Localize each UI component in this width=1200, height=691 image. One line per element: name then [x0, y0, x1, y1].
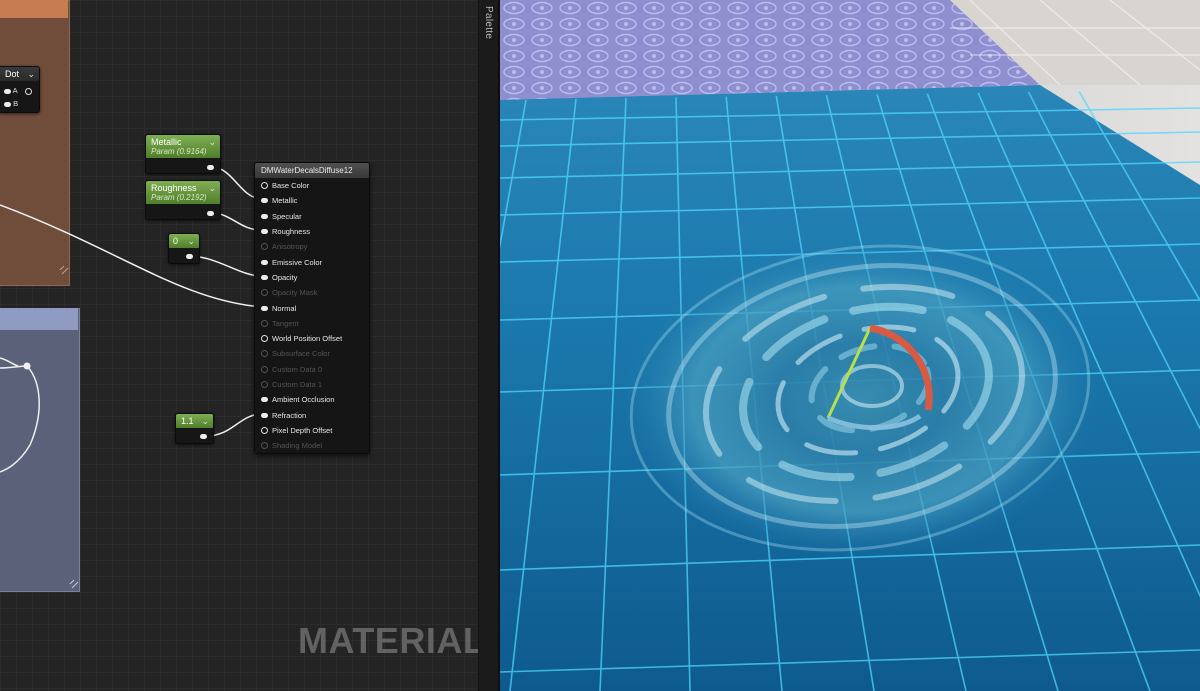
input-pin-icon[interactable]: [261, 365, 268, 373]
input-pin-icon[interactable]: [261, 397, 268, 403]
input-pin-icon[interactable]: [261, 335, 268, 343]
material-input-label: Base Color: [272, 181, 310, 191]
material-input-row[interactable]: Shading Model: [255, 438, 369, 453]
roughness-param-node[interactable]: Roughness Param (0.2192) ⌄: [145, 180, 221, 220]
material-input-row[interactable]: Refraction: [255, 407, 369, 422]
material-input-label: Metallic: [272, 196, 298, 206]
material-input-row[interactable]: Custom Data 1: [255, 377, 369, 392]
palette-tab[interactable]: Palette: [483, 6, 494, 39]
material-input-row[interactable]: Normal: [255, 300, 369, 315]
dot-pin-b-label: B: [13, 99, 19, 108]
chevron-down-icon[interactable]: ⌄: [201, 416, 209, 427]
pin-icon[interactable]: [4, 101, 11, 107]
palette-tab-strip[interactable]: [478, 0, 499, 691]
material-input-label: Pixel Depth Offset: [272, 425, 333, 435]
node-wires: [0, 165, 263, 589]
material-input-label: Opacity Mask: [272, 288, 318, 298]
material-input-row[interactable]: Anisotropy: [255, 239, 369, 254]
input-pin-icon[interactable]: [261, 412, 268, 418]
refraction-constant-node[interactable]: 1.1 ⌄: [175, 413, 214, 444]
opacity-constant-node[interactable]: 0 ⌄: [168, 233, 200, 264]
input-pin-icon[interactable]: [261, 182, 268, 190]
material-input-row[interactable]: Opacity Mask: [255, 285, 369, 300]
preview-viewport[interactable]: [500, 0, 1200, 691]
metallic-param-node[interactable]: Metallic Param (0.9164) ⌄: [145, 134, 221, 174]
material-input-label: Tangent: [272, 318, 299, 328]
metallic-param-subtitle: Param (0.9164): [151, 147, 207, 156]
chevron-down-icon[interactable]: ⌄: [187, 236, 195, 247]
input-pin-icon[interactable]: [261, 350, 268, 358]
material-input-row[interactable]: Ambient Occlusion: [255, 392, 369, 407]
material-input-label: Custom Data 0: [272, 364, 323, 374]
material-input-row[interactable]: Opacity: [255, 270, 369, 285]
material-input-label: Roughness: [272, 227, 310, 237]
material-input-label: Emissive Color: [272, 257, 323, 267]
metallic-param-title: Metallic: [151, 137, 182, 147]
roughness-param-subtitle: Param (0.2192): [151, 193, 207, 202]
material-input-row[interactable]: Custom Data 0: [255, 362, 369, 377]
material-result-node[interactable]: DMWaterDecalsDiffuse12 Base Color Metalli…: [254, 162, 370, 454]
material-input-label: Normal: [272, 303, 297, 313]
material-input-label: Shading Model: [272, 441, 323, 451]
pin-icon[interactable]: [4, 88, 11, 94]
input-pin-icon[interactable]: [261, 198, 268, 204]
material-input-row[interactable]: Roughness: [255, 224, 369, 239]
refraction-constant-value: 1.1: [181, 416, 194, 426]
material-input-label: Ambient Occlusion: [272, 395, 335, 405]
material-input-label: World Position Offset: [272, 334, 343, 344]
viewport-scene[interactable]: [500, 0, 1200, 691]
input-pin-icon[interactable]: [261, 229, 268, 235]
input-pin-icon[interactable]: [261, 305, 268, 311]
material-input-row[interactable]: Subsurface Color: [255, 346, 369, 361]
input-pin-icon[interactable]: [261, 442, 268, 450]
material-input-row[interactable]: Tangent: [255, 316, 369, 331]
output-pin-icon[interactable]: [186, 254, 193, 259]
material-input-row[interactable]: Base Color: [255, 178, 369, 193]
material-input-row[interactable]: Specular: [255, 209, 369, 224]
dot-node[interactable]: Dot ⌄ A B: [0, 66, 40, 113]
output-pin-icon[interactable]: [200, 434, 207, 439]
material-input-list: Base Color Metallic Specular Roughness Aniso…: [255, 178, 369, 453]
dot-pin-a-label: A: [12, 86, 18, 95]
material-node-title: DMWaterDecalsDiffuse12: [255, 163, 369, 178]
input-pin-icon[interactable]: [261, 243, 268, 251]
material-input-label: Subsurface Color: [272, 349, 330, 359]
chevron-down-icon[interactable]: ⌄: [208, 183, 216, 194]
input-pin-icon[interactable]: [261, 259, 268, 265]
opacity-constant-value: 0: [173, 236, 179, 246]
graph-watermark-label: MATERIAL: [298, 620, 486, 661]
chevron-down-icon[interactable]: ⌄: [27, 69, 35, 80]
material-input-row[interactable]: Pixel Depth Offset: [255, 423, 369, 438]
dot-node-title: Dot: [5, 69, 20, 79]
input-pin-icon[interactable]: [261, 426, 268, 434]
chevron-down-icon[interactable]: ⌄: [208, 137, 216, 148]
input-pin-icon[interactable]: [261, 319, 268, 327]
output-pin-icon[interactable]: [207, 165, 214, 170]
material-input-label: Custom Data 1: [272, 380, 323, 389]
output-pin-icon[interactable]: [207, 211, 214, 216]
roughness-param-title: Roughness: [151, 183, 197, 193]
input-pin-icon[interactable]: [261, 289, 268, 297]
material-input-row[interactable]: Emissive Color: [255, 254, 369, 269]
material-input-row[interactable]: Metallic: [255, 193, 369, 208]
material-input-row[interactable]: World Position Offset: [255, 331, 369, 346]
input-pin-icon[interactable]: [261, 213, 268, 219]
material-input-label: Anisotropy: [272, 242, 308, 252]
material-input-label: Refraction: [272, 410, 307, 420]
material-input-label: Opacity: [272, 272, 298, 282]
material-graph-canvas[interactable]: Dot ⌄ A B Metallic Param (0.9164) ⌄ Roug…: [0, 0, 498, 691]
input-pin-icon[interactable]: [261, 274, 268, 280]
material-input-label: Specular: [272, 211, 302, 221]
input-pin-icon[interactable]: [261, 381, 268, 388]
output-pin-icon[interactable]: [25, 87, 33, 95]
